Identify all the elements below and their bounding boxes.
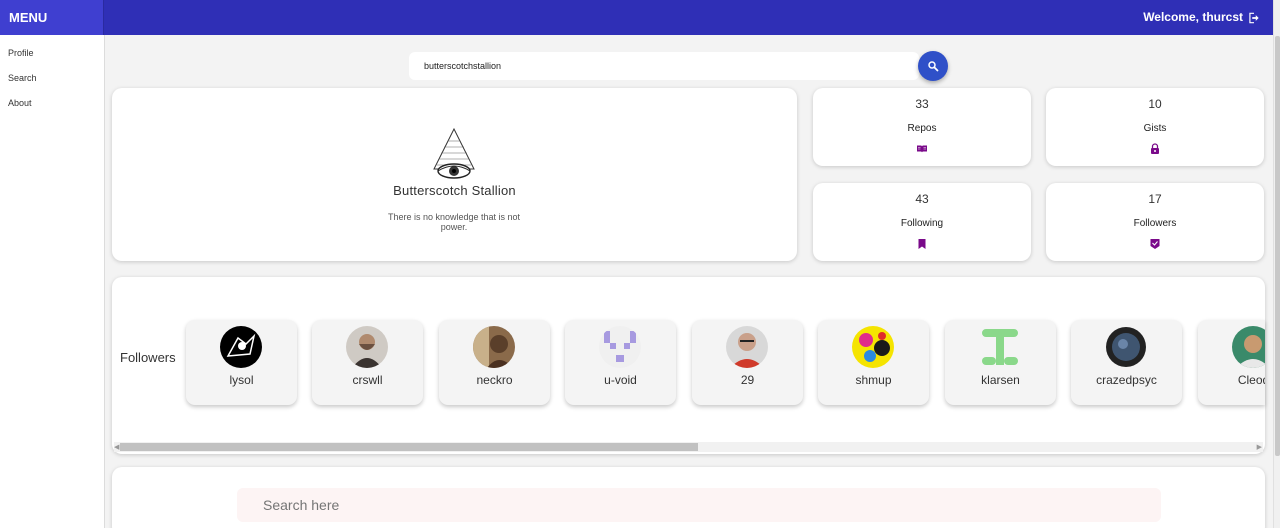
page-scrollbar[interactable] — [1273, 0, 1280, 528]
follower-name: u-void — [604, 373, 637, 387]
follower-card[interactable]: 29 — [692, 320, 803, 405]
follower-avatar — [220, 326, 262, 368]
follower-card[interactable]: lysol — [186, 320, 297, 405]
repos-count: 33 — [915, 97, 929, 111]
username-search-input[interactable] — [409, 52, 919, 80]
top-app-bar: Welcome, thurcst — [104, 0, 1273, 35]
profile-avatar — [433, 127, 475, 179]
follower-avatar — [473, 326, 515, 368]
followers-label: Followers — [1133, 218, 1177, 229]
follower-name: 29 — [740, 373, 755, 387]
follower-avatar — [726, 326, 768, 368]
lock-icon — [1151, 143, 1159, 154]
repo-search-card — [112, 467, 1265, 528]
follower-name: crazedpsyc — [1096, 373, 1157, 387]
scroll-right-arrow-icon[interactable]: ▶ — [1257, 443, 1262, 451]
follower-avatar — [979, 326, 1021, 368]
welcome-logout[interactable]: Welcome, thurcst — [1143, 0, 1261, 35]
follower-avatar — [1105, 326, 1147, 368]
followers-card: Followers lysol crswll neckro u-void 29 … — [112, 277, 1265, 454]
stat-card-following[interactable]: 43 Following — [813, 183, 1031, 261]
logout-icon[interactable] — [1247, 11, 1261, 25]
repos-label: Repos — [907, 123, 937, 134]
repo-search-input[interactable] — [237, 488, 1161, 522]
follower-card[interactable]: Cleod — [1198, 320, 1265, 405]
welcome-text: Welcome, thurcst — [1143, 10, 1243, 24]
follower-card[interactable]: crswll — [312, 320, 423, 405]
search-button[interactable] — [918, 51, 948, 81]
sidebar: Profile Search About — [0, 35, 105, 528]
follower-card[interactable]: shmup — [818, 320, 929, 405]
follower-card[interactable]: neckro — [439, 320, 550, 405]
follower-name: crswll — [352, 373, 383, 387]
sidebar-item-search[interactable]: Search — [0, 63, 104, 88]
stat-card-followers[interactable]: 17 Followers — [1046, 183, 1264, 261]
scrollbar-thumb[interactable] — [120, 443, 698, 451]
follower-name: lysol — [229, 373, 254, 387]
following-count: 43 — [915, 192, 929, 206]
follower-card[interactable]: u-void — [565, 320, 676, 405]
follower-name: klarsen — [981, 373, 1020, 387]
follower-name: neckro — [476, 373, 513, 387]
following-label: Following — [900, 218, 944, 229]
scroll-left-arrow-icon[interactable]: ◀ — [114, 443, 119, 451]
follower-card[interactable]: klarsen — [945, 320, 1056, 405]
follower-avatar — [1232, 326, 1265, 368]
follower-avatar — [599, 326, 641, 368]
stat-card-gists[interactable]: 10 Gists — [1046, 88, 1264, 166]
follower-card[interactable]: crazedpsyc — [1071, 320, 1182, 405]
follower-name: shmup — [855, 373, 892, 387]
follower-avatar — [852, 326, 894, 368]
followers-count: 17 — [1148, 192, 1162, 206]
sidebar-item-profile[interactable]: Profile — [0, 38, 104, 63]
book-icon — [917, 145, 927, 153]
followers-horizontal-scrollbar[interactable]: ◀ ▶ — [114, 442, 1263, 452]
profile-bio: There is no knowledge that is not power. — [387, 212, 521, 232]
sidebar-item-about[interactable]: About — [0, 88, 104, 113]
stat-card-repos[interactable]: 33 Repos — [813, 88, 1031, 166]
gists-label: Gists — [1143, 123, 1167, 134]
menu-header: MENU — [0, 0, 104, 35]
follower-avatar — [346, 326, 388, 368]
search-icon — [928, 61, 939, 72]
gists-count: 10 — [1148, 97, 1162, 111]
profile-name: Butterscotch Stallion — [393, 183, 516, 198]
menu-title: MENU — [9, 10, 48, 25]
follower-name: Cleod — [1237, 373, 1265, 387]
followers-title: Followers — [120, 350, 176, 365]
bookmark-icon — [918, 239, 926, 249]
shield-check-icon — [1150, 239, 1160, 249]
